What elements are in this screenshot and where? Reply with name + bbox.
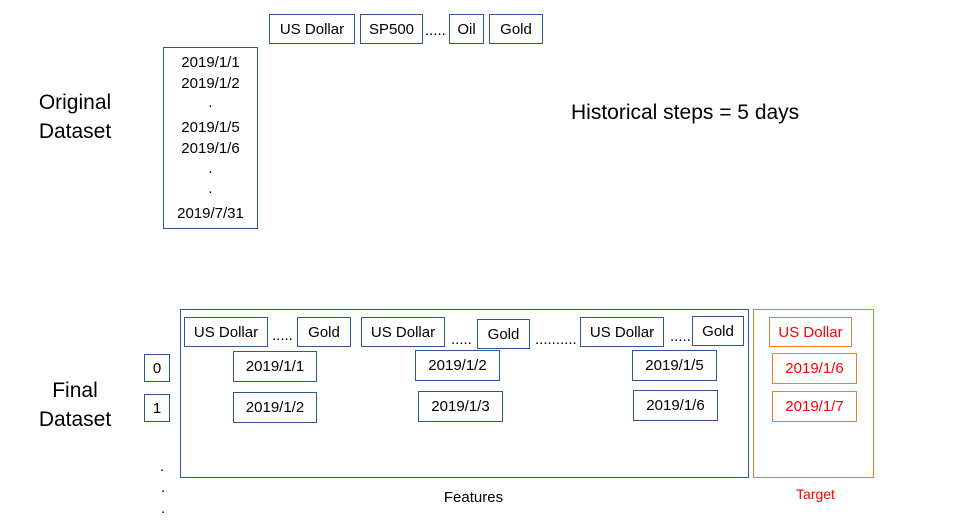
final-dataset-label: Final Dataset xyxy=(22,376,128,434)
column-ellipsis: ..... xyxy=(425,22,446,39)
group1-last-column: Gold xyxy=(297,317,351,347)
group1-ellipsis: ..... xyxy=(272,327,293,344)
row-dot: . xyxy=(161,479,166,496)
original-label-line1: Original xyxy=(38,91,112,114)
group2-first-column: US Dollar xyxy=(361,317,445,347)
target-column: US Dollar xyxy=(769,317,852,347)
date-item: 2019/1/6 xyxy=(181,140,240,157)
original-label-line2: Dataset xyxy=(38,120,112,143)
original-date-column: 2019/1/1 2019/1/2 . 2019/1/5 2019/1/6 . … xyxy=(163,47,258,229)
group3-first-column: US Dollar xyxy=(580,317,664,347)
group2-last-column: Gold xyxy=(477,319,530,349)
group2-date-row0: 2019/1/2 xyxy=(415,350,500,381)
group2-ellipsis: ..... xyxy=(451,331,472,348)
target-label: Target xyxy=(796,486,835,502)
row-index-0: 0 xyxy=(144,354,170,382)
date-item: 2019/7/31 xyxy=(177,205,244,222)
group1-date-row0: 2019/1/1 xyxy=(233,351,317,382)
column-us-dollar: US Dollar xyxy=(269,14,355,44)
row-index-1: 1 xyxy=(144,394,170,422)
date-item: 2019/1/5 xyxy=(181,119,240,136)
date-dots: . xyxy=(208,94,213,111)
date-item: 2019/1/2 xyxy=(181,75,240,92)
column-gold: Gold xyxy=(489,14,543,44)
date-dots: . xyxy=(208,160,213,177)
target-date-row0: 2019/1/6 xyxy=(772,353,857,384)
final-label-line1: Final xyxy=(52,379,98,402)
group3-last-column: Gold xyxy=(692,316,744,346)
group3-ellipsis: ..... xyxy=(670,328,691,345)
group1-first-column: US Dollar xyxy=(184,317,268,347)
group3-date-row1: 2019/1/6 xyxy=(633,390,718,421)
row-dot: . xyxy=(160,458,165,475)
group-ellipsis: .......... xyxy=(535,331,577,348)
group3-date-row0: 2019/1/5 xyxy=(632,350,717,381)
historical-steps-text: Historical steps = 5 days xyxy=(571,101,800,124)
column-sp500: SP500 xyxy=(360,14,423,44)
row-dot: . xyxy=(161,500,166,517)
date-item: 2019/1/1 xyxy=(181,54,240,71)
column-oil: Oil xyxy=(449,14,484,44)
date-dots: . xyxy=(208,180,213,197)
group1-date-row1: 2019/1/2 xyxy=(233,392,317,423)
features-label: Features xyxy=(443,489,504,506)
original-dataset-label: Original Dataset xyxy=(22,88,128,146)
target-date-row1: 2019/1/7 xyxy=(772,391,857,422)
group2-date-row1: 2019/1/3 xyxy=(418,391,503,422)
final-label-line2: Dataset xyxy=(38,408,112,431)
